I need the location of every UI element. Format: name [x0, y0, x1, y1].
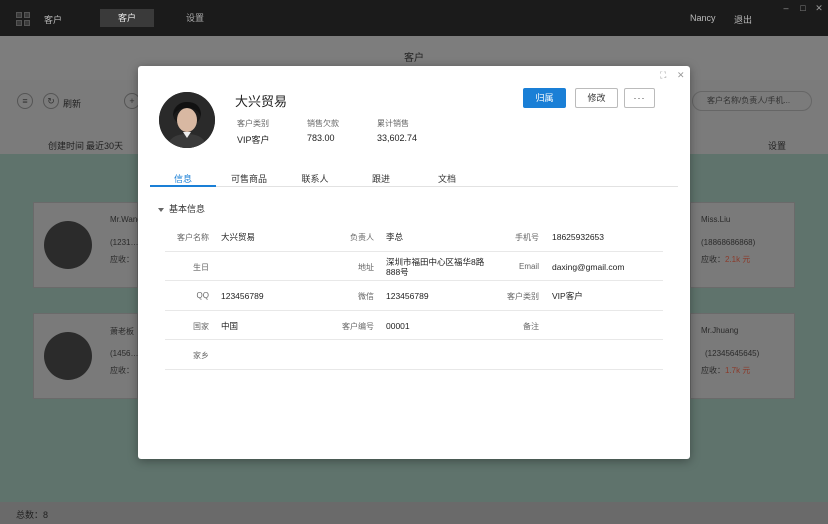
nav-tab-settings[interactable]: 设置	[168, 9, 222, 27]
user-name[interactable]: Nancy	[690, 13, 716, 23]
assign-button[interactable]: 归属	[523, 88, 566, 108]
page-title: 客户	[404, 53, 424, 64]
search-input[interactable]: 客户名称/负责人/手机...	[692, 91, 812, 111]
info-row: 家乡	[165, 340, 663, 370]
info-row: 生日 地址 深圳市福田中心区福华8路888号 Email daxing@gmai…	[165, 252, 663, 281]
customer-detail-dialog: ⛶ ✕ 大兴贸易 客户类别 VIP客户 销售欠款 783.00 累计销售 33,…	[138, 66, 690, 459]
minimize-icon[interactable]: –	[780, 3, 792, 13]
info-row: 国家 中国 客户编号 00001 备注	[165, 311, 663, 340]
stat-value-total-sales: 33,602.74	[377, 133, 418, 143]
field-label: 客户名称	[177, 233, 209, 242]
card-name: 萧老板	[110, 327, 134, 336]
close-icon[interactable]: ✕	[813, 3, 825, 13]
field-label: 客户编号	[342, 321, 374, 331]
tab-follow-up[interactable]: 跟进	[348, 172, 414, 185]
detail-tabs: 信息 可售商品 联系人 跟进 文档	[150, 166, 678, 187]
more-button[interactable]: ···	[624, 88, 655, 108]
card-amount: 1.7k 元	[725, 366, 751, 375]
avatar	[44, 332, 92, 380]
field-label: 备注	[523, 321, 539, 331]
card-name: Mr.Jhuang	[701, 326, 739, 335]
app-logo-icon	[16, 12, 30, 26]
customer-card[interactable]: 萧老板 (1456… 应收：	[33, 313, 138, 399]
refresh-icon[interactable]: ↻	[43, 93, 59, 109]
close-dialog-icon[interactable]: ✕	[677, 70, 685, 81]
stat-label-category: 客户类别	[237, 119, 269, 128]
caret-down-icon	[158, 207, 164, 212]
info-row: QQ 123456789 微信 123456789 客户类别 VIP客户	[165, 281, 663, 311]
field-label: 国家	[193, 321, 209, 331]
active-tab-indicator	[150, 185, 216, 187]
field-label: 家乡	[193, 351, 209, 360]
customer-name: 大兴贸易	[235, 94, 288, 109]
card-receivable-label: 应收：	[701, 366, 725, 375]
tab-products[interactable]: 可售商品	[216, 172, 282, 185]
card-receivable-label: 应收：	[110, 366, 134, 375]
field-value: VIP客户	[552, 291, 583, 301]
menu-icon[interactable]: ≡	[17, 93, 33, 109]
field-label: 微信	[358, 292, 374, 301]
tab-documents[interactable]: 文档	[414, 172, 480, 185]
title-bar: 客户 客户 设置 Nancy 退出 – □ ✕	[0, 0, 828, 36]
field-label: QQ	[196, 291, 209, 300]
field-label: 地址	[358, 262, 374, 272]
section-basic-info[interactable]: 基本信息	[158, 202, 205, 215]
card-phone: (1231…	[110, 238, 139, 247]
logout-link[interactable]: 退出	[734, 13, 752, 26]
card-name: Mr.Wang	[110, 215, 142, 224]
stat-value-arrears: 783.00	[307, 133, 335, 143]
stat-label-arrears: 销售欠款	[307, 119, 339, 128]
field-label: 生日	[193, 262, 209, 272]
field-label: 客户类别	[507, 292, 539, 301]
stat-label-total-sales: 累计销售	[377, 119, 409, 128]
filter-range[interactable]: 最近30天	[86, 139, 123, 152]
filter-time-label: 创建时间	[48, 141, 85, 151]
card-receivable-label: 应收：	[110, 255, 134, 264]
card-amount: 2.1k 元	[725, 255, 751, 264]
basic-info-grid: 客户名称 大兴贸易 负责人 李总 手机号 18625932653 生日 地址 深…	[165, 222, 663, 370]
customer-avatar	[159, 92, 215, 148]
field-value: 18625932653	[552, 232, 605, 242]
customer-card[interactable]: Miss.Liu (18868686868) 应收： 2.1k 元	[690, 202, 795, 288]
edit-button[interactable]: 修改	[575, 88, 618, 108]
customer-card[interactable]: Mr.Jhuang (12345645645) 应收： 1.7k 元	[690, 313, 795, 399]
app-name: 客户	[44, 15, 63, 25]
avatar	[44, 221, 92, 269]
fullscreen-icon[interactable]: ⛶	[660, 70, 666, 81]
settings-link[interactable]: 设置	[768, 139, 786, 152]
card-phone: (12345645645)	[705, 349, 760, 358]
card-name: Miss.Liu	[701, 215, 731, 224]
card-receivable-label: 应收：	[701, 255, 725, 264]
tab-info[interactable]: 信息	[150, 172, 216, 185]
section-title: 基本信息	[169, 204, 206, 214]
customer-card[interactable]: Mr.Wang (1231… 应收：	[33, 202, 142, 288]
field-value: daxing@gmail.com	[552, 261, 625, 272]
tab-contacts[interactable]: 联系人	[282, 172, 348, 185]
status-bar: 总数：8	[0, 502, 828, 524]
total-count: 总数：8	[16, 510, 49, 520]
field-label: Email	[518, 261, 539, 271]
refresh-label[interactable]: 刷新	[63, 97, 81, 110]
nav-tab-customers[interactable]: 客户	[100, 9, 155, 27]
info-row: 客户名称 大兴贸易 负责人 李总 手机号 18625932653	[165, 222, 663, 252]
card-phone: (1456…	[110, 349, 139, 358]
stat-value-category: VIP客户	[237, 135, 270, 145]
card-phone: (18868686868)	[701, 238, 756, 247]
maximize-icon[interactable]: □	[797, 3, 809, 13]
field-label: 手机号	[515, 233, 539, 242]
field-label: 负责人	[350, 233, 374, 242]
